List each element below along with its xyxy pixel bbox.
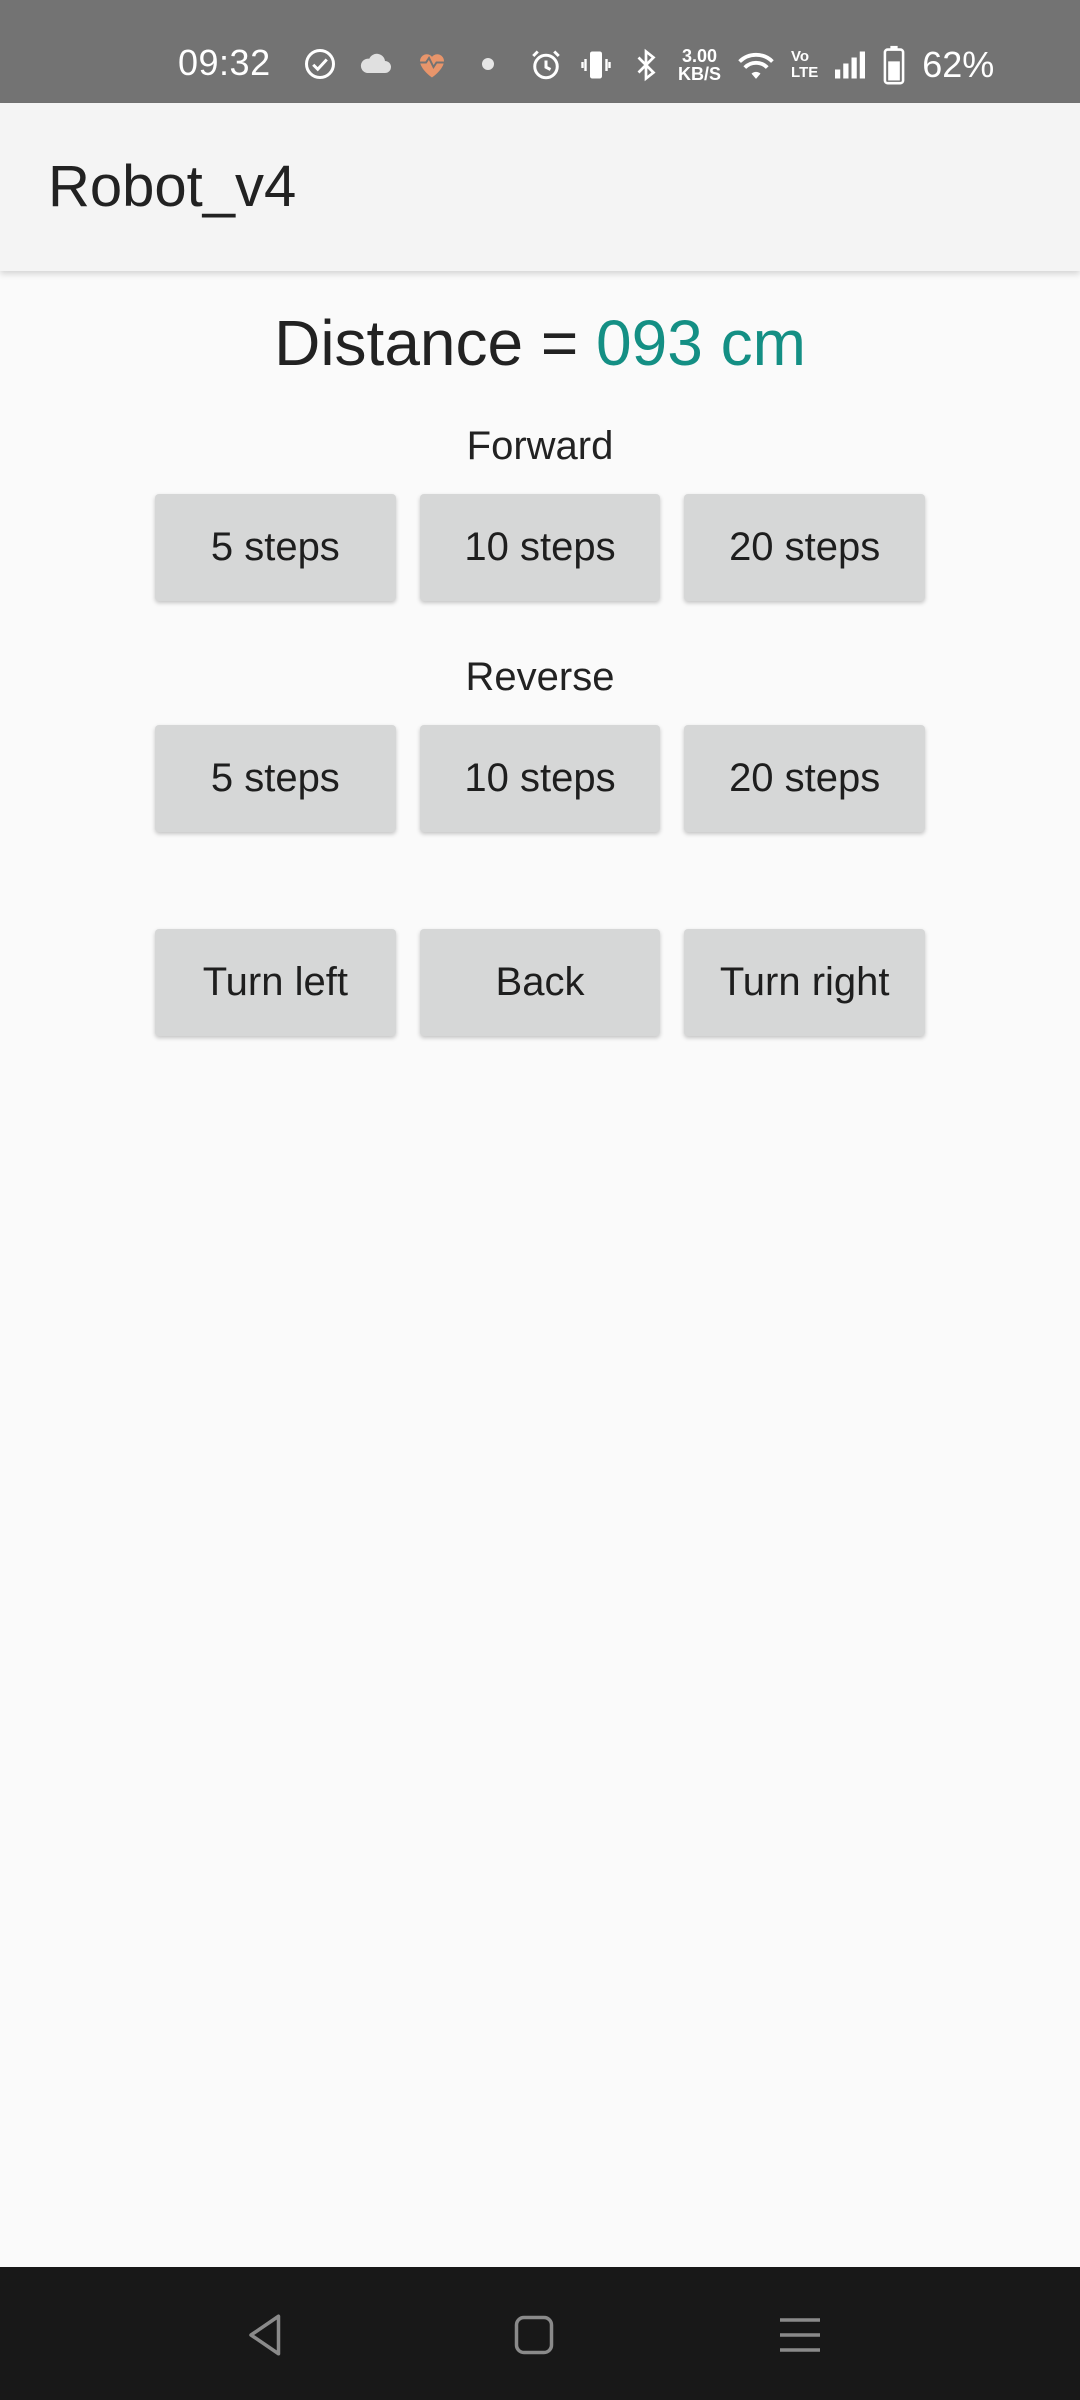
cloud-icon: [360, 53, 391, 73]
distance-readout: Distance = 093 cm: [0, 306, 1080, 380]
distance-value: 093 cm: [596, 307, 806, 379]
status-bar: 09:32 3.00 KB/S Vo LTE 62%: [0, 0, 1080, 103]
status-time: 09:32: [178, 42, 271, 83]
dot-icon: [482, 58, 494, 70]
vibrate-icon: [581, 51, 611, 79]
navigation-bar: [0, 2267, 1080, 2400]
signal-icon: [835, 51, 866, 79]
forward-button-row: 5 steps 10 steps 20 steps: [155, 494, 926, 601]
volte-indicator: Vo LTE: [791, 49, 818, 81]
volte-top: Vo: [791, 48, 810, 65]
net-speed-value: 3.00: [681, 46, 718, 66]
net-speed-unit: KB/S: [678, 64, 722, 84]
volte-bottom: LTE: [791, 64, 819, 81]
bluetooth-icon: [637, 48, 656, 82]
battery-icon: [883, 45, 905, 85]
forward-label: Forward: [466, 424, 614, 468]
reverse-10-steps-button[interactable]: 10 steps: [419, 725, 661, 832]
turn-right-button[interactable]: Turn right: [684, 929, 926, 1036]
forward-5-steps-button[interactable]: 5 steps: [155, 494, 396, 601]
reverse-5-steps-button[interactable]: 5 steps: [155, 725, 396, 832]
turn-button-row: Turn left Back Turn right: [155, 929, 926, 1036]
alarm-icon: [532, 50, 560, 80]
forward-20-steps-button[interactable]: 20 steps: [684, 494, 926, 601]
reverse-label: Reverse: [465, 655, 615, 699]
distance-label: Distance =: [274, 307, 597, 379]
battery-percent: 62%: [922, 44, 995, 85]
reverse-20-steps-button[interactable]: 20 steps: [684, 725, 926, 832]
forward-10-steps-button[interactable]: 10 steps: [419, 494, 661, 601]
turn-left-button[interactable]: Turn left: [155, 929, 396, 1036]
back-icon[interactable]: [236, 2305, 296, 2365]
reverse-button-row: 5 steps 10 steps 20 steps: [155, 725, 926, 832]
home-icon[interactable]: [504, 2305, 564, 2365]
app-title: Robot_v4: [48, 154, 297, 219]
wifi-icon: [738, 52, 774, 79]
net-speed: 3.00 KB/S: [678, 47, 721, 83]
app-bar: Robot_v4: [0, 103, 1080, 271]
check-circle-icon: [305, 49, 335, 79]
back-button[interactable]: Back: [419, 929, 661, 1036]
heart-rate-icon: [420, 54, 444, 78]
menu-icon[interactable]: [770, 2305, 830, 2365]
